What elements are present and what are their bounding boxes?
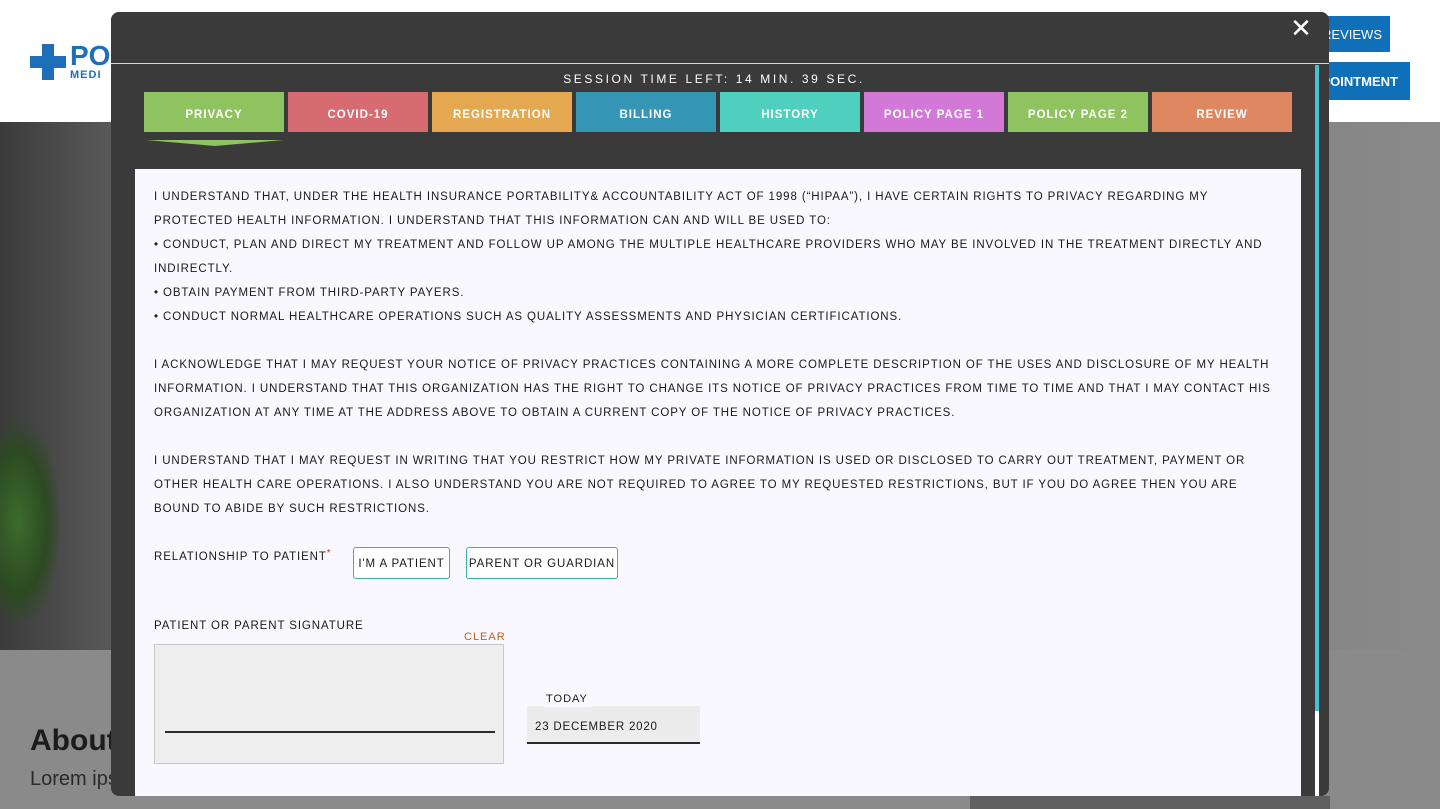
session-timer: SESSION TIME LEFT: 14 MIN. 39 SEC. <box>563 72 865 86</box>
im-a-patient-button[interactable]: I'M A PATIENT <box>353 547 450 579</box>
signature-label: PATIENT OR PARENT SIGNATURE <box>154 620 364 632</box>
privacy-bullet-3: • CONDUCT NORMAL HEALTHCARE OPERATIONS S… <box>154 311 903 323</box>
about-text: Lorem ips <box>30 768 118 790</box>
tab-history[interactable]: HISTORY <box>720 92 860 132</box>
close-icon[interactable]: ✕ <box>1289 15 1313 41</box>
date-label: TODAY <box>543 689 591 707</box>
signature-baseline <box>165 731 495 733</box>
date-value: 23 DECEMBER 2020 <box>535 721 658 733</box>
privacy-bullet-1: • CONDUCT, PLAN AND DIRECT MY TREATMENT … <box>154 239 1263 275</box>
privacy-bullet-2: • OBTAIN PAYMENT FROM THIRD-PARTY PAYERS… <box>154 287 465 299</box>
tab-covid-19[interactable]: COVID-19 <box>288 92 428 132</box>
privacy-paragraph-2: I ACKNOWLEDGE THAT I MAY REQUEST YOUR NO… <box>154 359 1271 419</box>
parent-or-guardian-button[interactable]: PARENT OR GUARDIAN <box>466 547 618 579</box>
site-logo[interactable]: PO MEDI <box>30 42 110 81</box>
hero-plant-decor <box>0 422 60 622</box>
active-tab-indicator <box>146 140 284 146</box>
tab-policy-page-1[interactable]: POLICY PAGE 1 <box>864 92 1004 132</box>
appointment-button[interactable]: POINTMENT <box>1318 62 1410 100</box>
modal-topbar <box>111 12 1329 64</box>
tab-billing[interactable]: BILLING <box>576 92 716 132</box>
site-logo-text: PO MEDI <box>70 42 110 81</box>
form-content: I UNDERSTAND THAT, UNDER THE HEALTH INSU… <box>135 169 1301 796</box>
about-photo <box>970 796 1330 809</box>
medical-cross-icon <box>30 43 66 80</box>
privacy-statement: I UNDERSTAND THAT, UNDER THE HEALTH INSU… <box>154 185 1284 521</box>
site-logo-tagline: MEDI <box>70 69 102 81</box>
relationship-label: RELATIONSHIP TO PATIENT* <box>154 548 332 563</box>
privacy-paragraph-3: I UNDERSTAND THAT I MAY REQUEST IN WRITI… <box>154 455 1246 515</box>
relationship-label-text: RELATIONSHIP TO PATIENT <box>154 551 327 563</box>
required-asterisk: * <box>326 548 332 559</box>
scrollbar-lower-track <box>1315 711 1319 796</box>
date-field[interactable]: 23 DECEMBER 2020 <box>527 706 700 744</box>
site-logo-name: PO <box>70 40 111 71</box>
form-step-tabs: PRIVACY COVID-19 REGISTRATION BILLING HI… <box>144 92 1292 132</box>
tab-policy-page-2[interactable]: POLICY PAGE 2 <box>1008 92 1148 132</box>
privacy-paragraph-1: I UNDERSTAND THAT, UNDER THE HEALTH INSU… <box>154 191 1209 227</box>
signature-pad[interactable] <box>154 644 504 764</box>
privacy-form-modal: ✕ SESSION TIME LEFT: 14 MIN. 39 SEC. PRI… <box>111 12 1329 796</box>
tab-review[interactable]: REVIEW <box>1152 92 1292 132</box>
about-heading: About <box>30 724 117 757</box>
tab-registration[interactable]: REGISTRATION <box>432 92 572 132</box>
tab-privacy[interactable]: PRIVACY <box>144 92 284 132</box>
clear-signature-link[interactable]: CLEAR <box>464 631 506 643</box>
scrollbar-thumb[interactable] <box>1315 65 1319 711</box>
